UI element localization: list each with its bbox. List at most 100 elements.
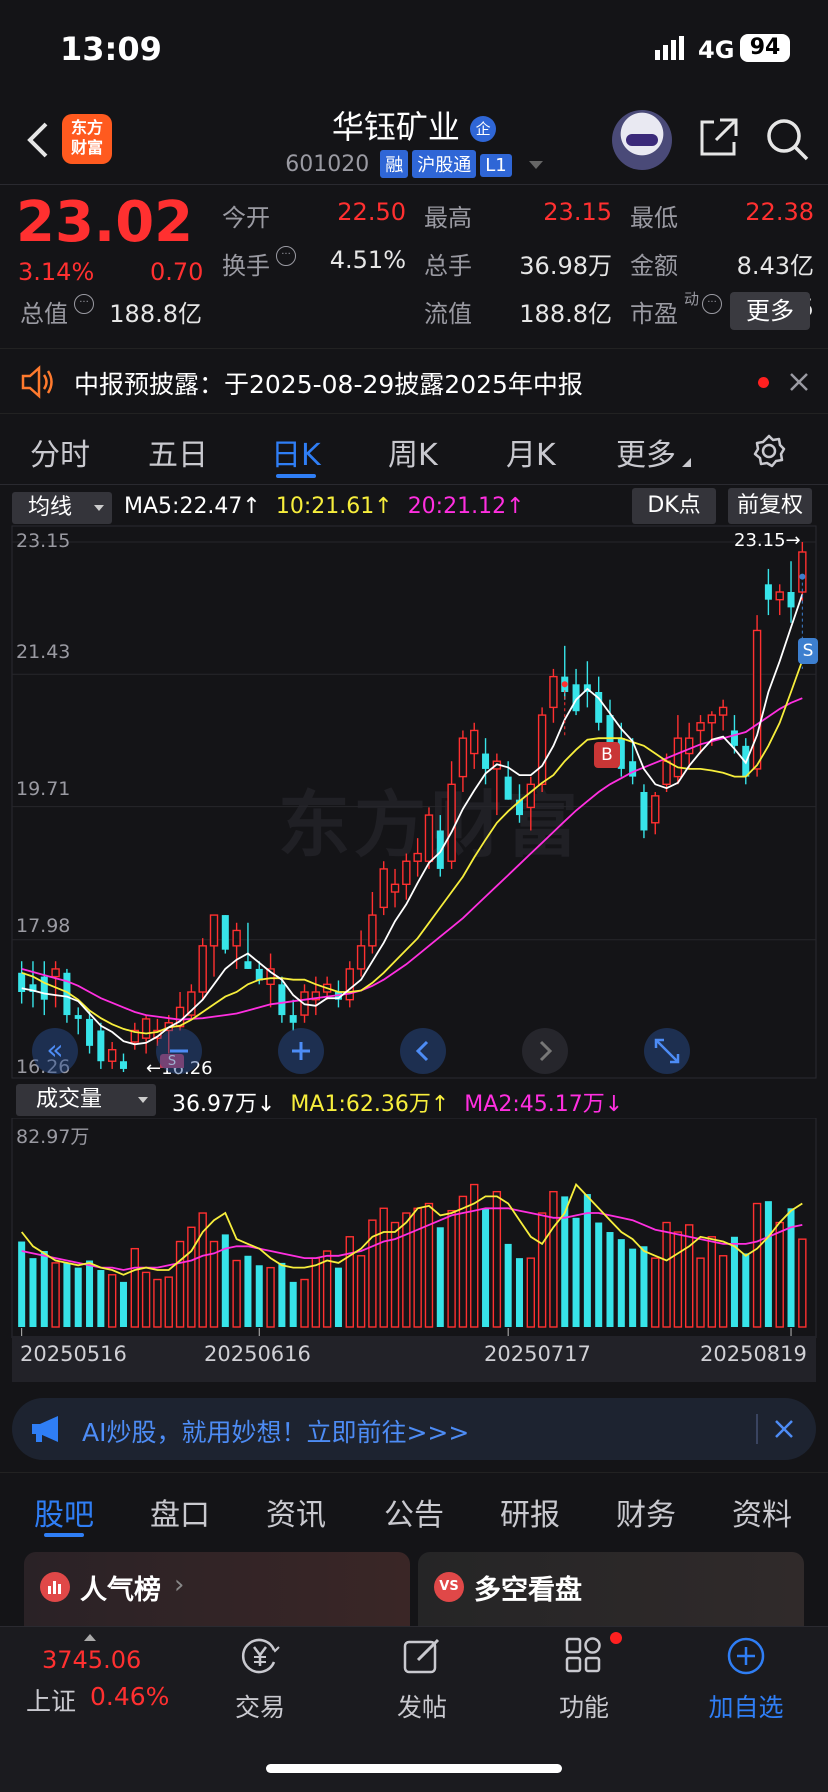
scroll-left-fast-button[interactable]: «	[32, 1028, 78, 1074]
nav-trade-label: 交易	[234, 1693, 285, 1722]
scroll-right-button[interactable]	[522, 1028, 568, 1074]
popularity-title: 人气榜	[80, 1575, 161, 1606]
volume-bar	[707, 1236, 717, 1328]
fullscreen-button[interactable]	[644, 1028, 690, 1074]
tab-news[interactable]: 资讯	[266, 1490, 326, 1534]
tab-profile[interactable]: 资料	[732, 1490, 792, 1534]
nav-post-label: 发帖	[396, 1693, 447, 1722]
tab-weekly-k[interactable]: 周K	[388, 430, 438, 474]
ma5-line	[21, 594, 804, 1046]
tab-order-book[interactable]: 盘口	[150, 1490, 210, 1534]
tab-guba[interactable]: 股吧	[34, 1490, 94, 1534]
volume-bar	[549, 1190, 558, 1328]
tab-research[interactable]: 研报	[500, 1490, 560, 1534]
battery-icon: 94	[740, 34, 790, 62]
volume-bar	[662, 1221, 671, 1328]
stat-label: 总值	[20, 300, 68, 328]
candlestick-chart[interactable]	[0, 520, 828, 1080]
volume-bar	[51, 1262, 60, 1328]
volume-bar	[742, 1253, 750, 1327]
volume-bar	[617, 1239, 625, 1327]
zoom-out-button[interactable]	[156, 1028, 202, 1074]
volume-bar	[74, 1267, 82, 1327]
stat-label: 总手	[424, 252, 472, 280]
volume-value: 36.97万	[172, 1092, 257, 1117]
candle-body	[198, 945, 207, 993]
candle-body	[413, 852, 422, 862]
volume-bar	[640, 1246, 648, 1327]
tag-margin: 融	[380, 150, 409, 178]
price-axis-label: 21.43	[16, 641, 71, 663]
volume-bar	[424, 1202, 434, 1328]
candle-body	[673, 737, 683, 778]
stat-label: 市盈	[630, 300, 678, 328]
candle-body	[447, 783, 456, 862]
close-icon[interactable]	[788, 371, 810, 393]
nav-trade[interactable]: 交易	[200, 1634, 320, 1724]
date-label: 20250616	[204, 1342, 311, 1366]
zoom-in-button[interactable]	[278, 1028, 324, 1074]
tab-intraday[interactable]: 分时	[30, 430, 90, 474]
volume-bar	[718, 1255, 728, 1328]
bull-bear-title: 多空看盘	[474, 1575, 582, 1606]
tab-five-day[interactable]: 五日	[148, 430, 208, 474]
dk-point-button[interactable]: DK点	[632, 488, 716, 524]
candle-body	[537, 714, 547, 786]
adjust-button[interactable]: 前复权	[728, 488, 812, 524]
ai-banner[interactable]: AI炒股，就用妙想！立即前往>>>	[12, 1398, 816, 1460]
tab-financials[interactable]: 财务	[616, 1490, 676, 1534]
buy-marker[interactable]: B	[594, 742, 620, 768]
yen-icon	[242, 1638, 280, 1674]
volume-bar	[164, 1276, 173, 1328]
tab-daily-k[interactable]: 日K	[271, 430, 321, 474]
candle-body	[74, 1015, 82, 1019]
index-value: 3745.06	[42, 1646, 142, 1674]
candle-body	[86, 1018, 94, 1046]
volume-bar	[266, 1266, 275, 1328]
volume-bar	[334, 1267, 342, 1327]
index-change: 0.46%	[90, 1682, 170, 1711]
info-icon[interactable]: ···	[702, 294, 722, 314]
candle-body	[119, 1061, 127, 1069]
volume-bar	[97, 1270, 105, 1327]
tab-more[interactable]: 更多	[616, 430, 676, 474]
down-arrow-icon: ↓	[604, 1092, 624, 1117]
info-icon[interactable]: ···	[74, 294, 94, 314]
settings-gear-icon[interactable]	[752, 434, 786, 468]
nav-post[interactable]: 发帖	[362, 1634, 482, 1724]
close-icon[interactable]	[774, 1419, 794, 1439]
candle-body	[684, 737, 694, 755]
nav-functions-label: 功能	[558, 1693, 609, 1722]
price-axis-label: 17.98	[16, 915, 71, 937]
robot-avatar-icon[interactable]	[612, 110, 672, 170]
index-ticker[interactable]: 3745.06 上证 0.46%	[20, 1634, 180, 1716]
volume-bar	[730, 1236, 738, 1327]
up-arrow-icon: ↑	[430, 1092, 450, 1117]
sell-marker[interactable]: S	[798, 638, 818, 664]
candle-body	[244, 961, 252, 969]
volume-bar	[107, 1274, 117, 1328]
notice-bar[interactable]: 中报预披露：于2025-08-29披露2025年中报	[0, 348, 828, 414]
volume-bar	[289, 1281, 297, 1327]
candle-body	[526, 783, 536, 809]
price-axis-label: 19.71	[16, 778, 71, 800]
share-icon[interactable]	[696, 116, 740, 160]
volume-chart[interactable]	[0, 1118, 828, 1338]
info-icon[interactable]: ···	[276, 246, 296, 266]
nav-functions[interactable]: 功能	[524, 1632, 644, 1724]
ma10-line	[21, 660, 804, 1035]
candle-body	[368, 914, 377, 947]
indicator-dropdown-label: 均线	[28, 495, 73, 520]
tab-monthly-k[interactable]: 月K	[506, 430, 556, 474]
search-icon[interactable]	[764, 116, 810, 162]
home-indicator	[266, 1764, 562, 1773]
volume-bar	[696, 1257, 705, 1328]
scroll-left-button[interactable]	[400, 1028, 446, 1074]
tab-announcements[interactable]: 公告	[384, 1490, 444, 1534]
volume-dropdown[interactable]: 成交量	[16, 1084, 156, 1116]
volume-bar	[244, 1255, 252, 1327]
more-button-label: 更多	[746, 297, 794, 325]
nav-add-watchlist[interactable]: 加自选	[686, 1634, 806, 1724]
candle-body	[640, 792, 648, 831]
more-button[interactable]: 更多	[730, 292, 810, 330]
